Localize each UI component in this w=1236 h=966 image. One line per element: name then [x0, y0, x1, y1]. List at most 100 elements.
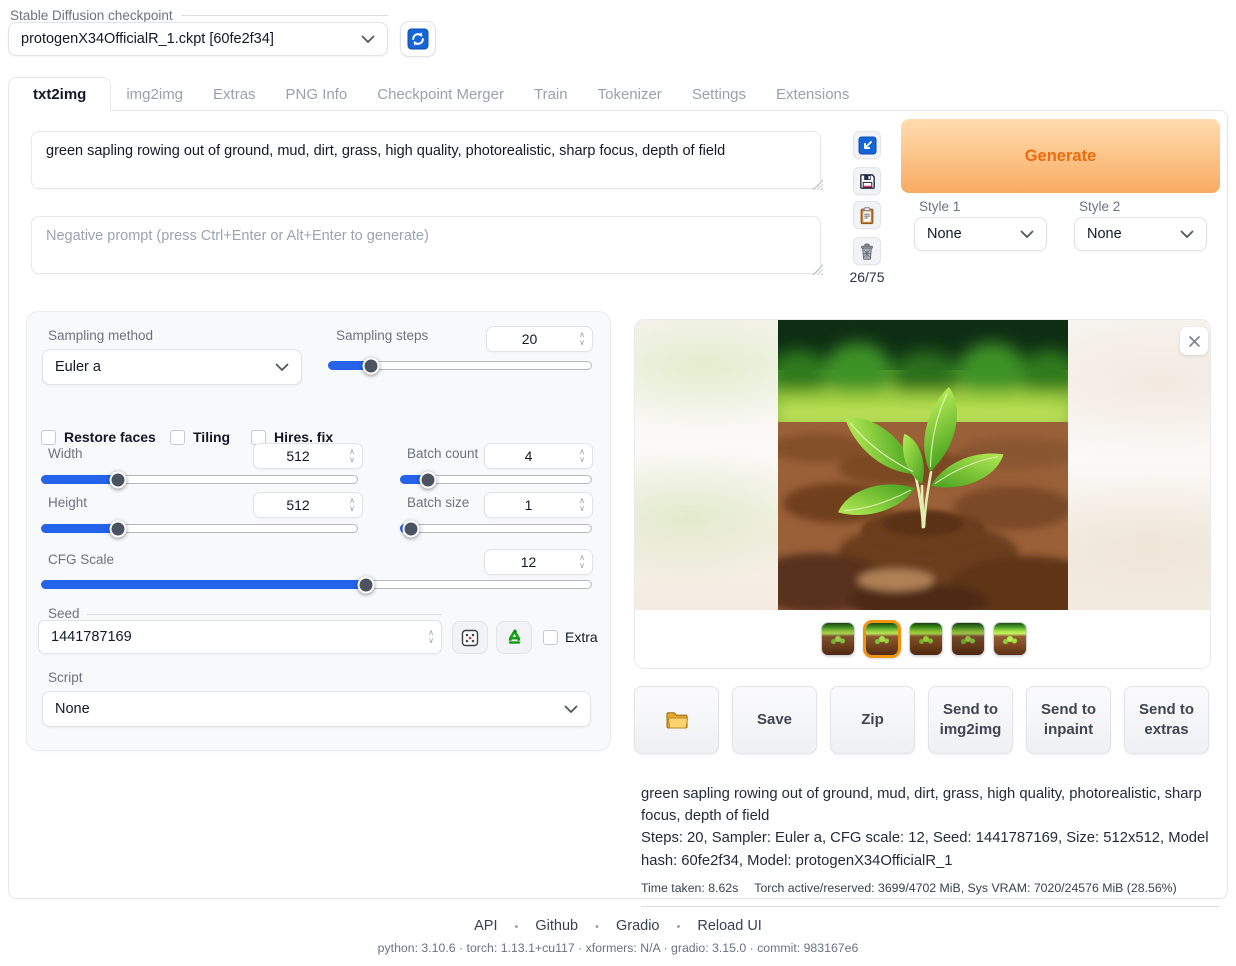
tiling-label: Tiling	[193, 429, 230, 445]
slider-fill	[41, 475, 117, 484]
batch-count-slider[interactable]	[400, 475, 592, 484]
height-input[interactable]: 512 ∧∨	[253, 492, 363, 518]
footer-versions: python: 3.10.6 · torch: 1.13.1+cu117 · x…	[0, 941, 1236, 955]
refresh-checkpoints-button[interactable]	[400, 21, 436, 57]
extra-seed-checkbox[interactable]	[543, 630, 558, 645]
height-value: 512	[254, 497, 342, 513]
main-tabs: txt2img img2img Extras PNG Info Checkpoi…	[8, 77, 864, 111]
thumbnail-image	[952, 623, 984, 655]
tab-extras[interactable]: Extras	[198, 77, 271, 111]
gallery-thumbnail-2-selected[interactable]	[863, 620, 901, 658]
tab-extensions[interactable]: Extensions	[761, 77, 864, 111]
generation-settings-panel: Sampling method Euler a Sampling steps 2…	[26, 311, 611, 751]
slider-knob[interactable]	[357, 576, 374, 593]
chevron-down-icon	[1180, 230, 1194, 239]
sampling-steps-stepper[interactable]: ∧∨	[572, 331, 592, 348]
send-to-extras-button[interactable]: Send to extras	[1124, 686, 1209, 754]
negative-prompt-input[interactable]	[31, 216, 821, 274]
width-slider[interactable]	[41, 475, 358, 484]
batch-count-value: 4	[485, 448, 572, 464]
seed-stepper[interactable]: ∧∨	[421, 629, 441, 646]
style1-value: None	[927, 226, 1020, 242]
checkpoint-label: Stable Diffusion checkpoint	[10, 8, 173, 23]
cfg-scale-stepper[interactable]: ∧∨	[572, 554, 592, 571]
width-input[interactable]: 512 ∧∨	[253, 443, 363, 469]
slider-knob[interactable]	[362, 357, 379, 374]
style1-select[interactable]: None	[914, 217, 1047, 251]
batch-size-input[interactable]: 1 ∧∨	[484, 492, 593, 518]
generate-button[interactable]: Generate	[901, 119, 1220, 193]
footer-link-gradio[interactable]: Gradio	[578, 918, 659, 934]
slider-knob[interactable]	[402, 520, 419, 537]
seed-input[interactable]: 1441787169 ∧∨	[38, 620, 442, 654]
slider-knob[interactable]	[419, 471, 436, 488]
zip-button[interactable]: Zip	[830, 686, 915, 754]
tab-img2img[interactable]: img2img	[111, 77, 198, 111]
random-seed-button[interactable]	[452, 621, 488, 654]
slider-knob[interactable]	[109, 520, 126, 537]
script-select[interactable]: None	[42, 691, 591, 727]
apply-style-button[interactable]	[853, 201, 881, 229]
generation-info-prompt: green sapling rowing out of ground, mud,…	[641, 783, 1219, 827]
batch-size-slider[interactable]	[400, 524, 592, 533]
gallery-thumbnail-1[interactable]	[821, 622, 855, 656]
send-to-inpaint-button[interactable]: Send to inpaint	[1026, 686, 1111, 754]
thumbnail-image	[866, 623, 898, 655]
tab-png-info[interactable]: PNG Info	[271, 77, 363, 111]
tiling-checkbox[interactable]	[170, 430, 185, 445]
cfg-scale-slider[interactable]	[41, 580, 592, 589]
send-to-img2img-button[interactable]: Send to img2img	[928, 686, 1013, 754]
batch-size-value: 1	[485, 497, 572, 513]
open-folder-button[interactable]	[634, 686, 719, 754]
checkpoint-value: protogenX34OfficialR_1.ckpt [60fe2f34]	[21, 31, 361, 47]
footer-links: API Github Gradio Reload UI	[0, 918, 1236, 934]
cfg-scale-input[interactable]: 12 ∧∨	[484, 549, 593, 575]
prompt-input[interactable]: green sapling rowing out of ground, mud,…	[31, 131, 821, 189]
height-slider[interactable]	[41, 524, 358, 533]
generation-info: green sapling rowing out of ground, mud,…	[641, 783, 1219, 907]
save-style-button[interactable]	[853, 167, 881, 195]
restore-faces-checkbox[interactable]	[41, 430, 56, 445]
height-label: Height	[48, 495, 87, 510]
footer-link-api[interactable]: API	[474, 918, 497, 934]
tab-txt2img[interactable]: txt2img	[8, 77, 111, 111]
read-generation-params-button[interactable]	[853, 131, 881, 159]
checkpoint-label-rule	[181, 15, 388, 16]
reuse-seed-button[interactable]	[496, 621, 532, 654]
generated-image[interactable]	[778, 320, 1068, 610]
gallery-thumbnail-3[interactable]	[909, 622, 943, 656]
height-stepper[interactable]: ∧∨	[342, 497, 362, 514]
token-counter: 26/75	[845, 269, 889, 285]
save-button[interactable]: Save	[732, 686, 817, 754]
gallery-thumbnail-4[interactable]	[951, 622, 985, 656]
tab-train[interactable]: Train	[519, 77, 583, 111]
style1-label: Style 1	[919, 199, 960, 214]
sampling-method-select[interactable]: Euler a	[42, 349, 302, 385]
style2-select[interactable]: None	[1074, 217, 1207, 251]
gallery-thumbnail-5[interactable]	[993, 622, 1027, 656]
sampling-steps-slider[interactable]	[328, 361, 592, 370]
seed-label: Seed	[48, 606, 80, 621]
txt2img-panel: green sapling rowing out of ground, mud,…	[8, 110, 1228, 899]
tab-tokenizer[interactable]: Tokenizer	[583, 77, 677, 111]
checkpoint-select[interactable]: protogenX34OfficialR_1.ckpt [60fe2f34]	[8, 22, 388, 56]
sampling-steps-input[interactable]: 20 ∧∨	[486, 326, 593, 352]
script-value: None	[55, 701, 564, 717]
checkpoint-label-row: Stable Diffusion checkpoint	[10, 8, 388, 23]
close-gallery-button[interactable]	[1180, 327, 1208, 355]
cfg-scale-label: CFG Scale	[48, 552, 114, 567]
extra-seed-label: Extra	[565, 629, 598, 645]
tab-settings[interactable]: Settings	[677, 77, 761, 111]
tab-checkpoint-merger[interactable]: Checkpoint Merger	[362, 77, 519, 111]
footer-link-reload-ui[interactable]: Reload UI	[660, 918, 762, 934]
slider-knob[interactable]	[109, 471, 126, 488]
trash-icon	[858, 242, 876, 261]
clear-prompt-button[interactable]	[853, 237, 881, 265]
width-stepper[interactable]: ∧∨	[342, 448, 362, 465]
batch-size-stepper[interactable]: ∧∨	[572, 497, 592, 514]
sampling-method-label: Sampling method	[48, 328, 153, 343]
footer-link-github[interactable]: Github	[498, 918, 579, 934]
batch-count-stepper[interactable]: ∧∨	[572, 448, 592, 465]
chevron-down-icon	[1020, 230, 1034, 239]
batch-count-input[interactable]: 4 ∧∨	[484, 443, 593, 469]
